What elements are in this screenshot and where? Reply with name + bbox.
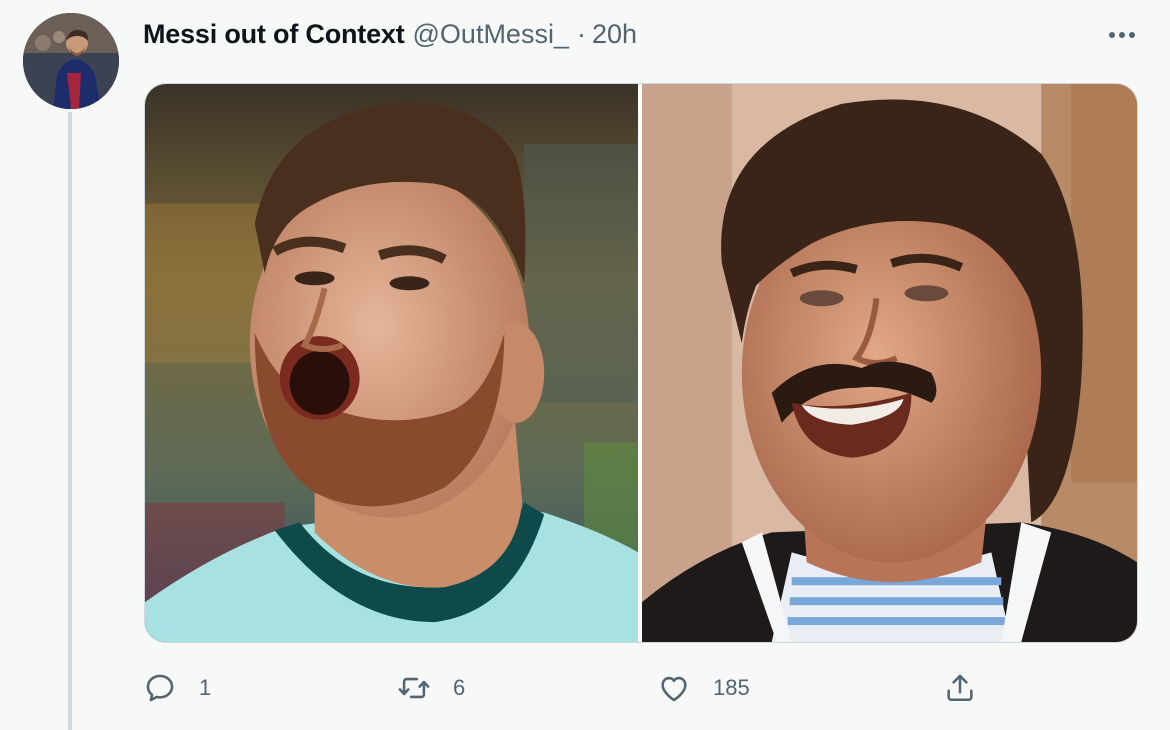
like-button[interactable]: 185 bbox=[657, 668, 750, 708]
retweet-button[interactable]: 6 bbox=[397, 668, 465, 708]
photo-left[interactable] bbox=[145, 84, 638, 642]
retweet-count: 6 bbox=[453, 675, 466, 700]
heart-icon bbox=[661, 676, 687, 702]
tweet-media-grid bbox=[144, 83, 1138, 643]
reply-button[interactable]: 1 bbox=[143, 668, 211, 708]
author-display-name[interactable]: Messi out of Context bbox=[143, 19, 405, 50]
tweet-timestamp[interactable]: 20h bbox=[592, 19, 637, 50]
tweet-header: Messi out of Context @OutMessi_ · 20h bbox=[143, 16, 637, 52]
avatar[interactable] bbox=[23, 13, 119, 109]
more-dot bbox=[1129, 32, 1135, 38]
retweet-icon bbox=[398, 677, 430, 699]
tweet[interactable]: Messi out of Context @OutMessi_ · 20h 1 … bbox=[0, 0, 1170, 730]
reply-count: 1 bbox=[199, 675, 212, 700]
reply-icon bbox=[146, 674, 174, 702]
like-count: 185 bbox=[713, 675, 750, 700]
more-dot bbox=[1119, 32, 1125, 38]
photo-left-image bbox=[145, 84, 638, 642]
photo-right[interactable] bbox=[642, 84, 1137, 642]
avatar-image bbox=[23, 13, 119, 109]
thread-line bbox=[68, 112, 72, 730]
author-handle[interactable]: @OutMessi_ bbox=[413, 19, 569, 50]
separator-dot: · bbox=[576, 18, 586, 49]
more-horizontal-icon bbox=[1109, 32, 1115, 38]
share-button[interactable] bbox=[943, 668, 977, 708]
more-options-button[interactable] bbox=[1100, 20, 1144, 50]
photo-right-image bbox=[642, 84, 1137, 642]
share-icon bbox=[947, 674, 973, 702]
tweet-actions: 1 6 185 bbox=[143, 668, 983, 708]
